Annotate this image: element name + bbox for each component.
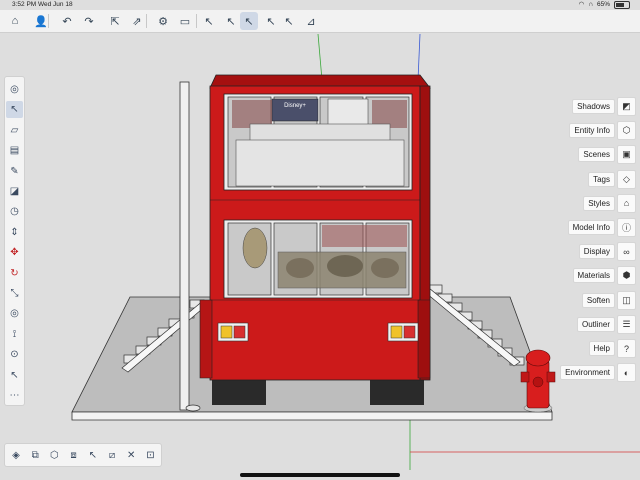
panel-soften[interactable]: Soften ◫ [581, 290, 636, 310]
materials-icon[interactable]: ⬢ [617, 266, 636, 286]
ground-slab-front [71, 411, 553, 421]
panel-styles[interactable]: Styles ⌂ [583, 193, 636, 213]
solid-icon[interactable]: ⬡ [45, 446, 63, 464]
bus-model[interactable]: Disney+ [199, 74, 431, 381]
panel-label[interactable]: Soften [581, 292, 615, 308]
panel-label[interactable]: Scenes [578, 147, 615, 163]
home-indicator[interactable] [240, 473, 400, 477]
light-pole [179, 81, 190, 411]
panel-label[interactable]: Display [578, 244, 615, 260]
panel-label[interactable]: Shadows [572, 99, 615, 114]
panel-scenes[interactable]: Scenes ▣ [578, 145, 636, 165]
panel-outliner[interactable]: Outliner ☰ [576, 314, 636, 334]
rectangle-icon[interactable]: ◪ [6, 183, 23, 200]
outliner-icon[interactable]: ☰ [617, 314, 636, 334]
blue-axis [417, 33, 421, 81]
pole-base [185, 404, 201, 412]
panel-tags[interactable]: Tags ◇ [588, 169, 636, 189]
text-tool-icon[interactable]: ⊙ [6, 346, 23, 363]
panel-label[interactable]: Environment [560, 365, 615, 381]
select-tool-icon[interactable]: ↖ [6, 101, 23, 119]
tags-icon[interactable]: ◇ [617, 169, 636, 189]
push-pull-icon[interactable]: ⇕ [6, 224, 23, 241]
styles-icon[interactable]: ⌂ [617, 193, 636, 213]
panel-help[interactable]: Help? [588, 339, 636, 358]
follow-me-icon[interactable]: ⧄ [103, 446, 121, 464]
move-icon[interactable]: ✥ [6, 244, 23, 261]
entity-info-icon[interactable]: ⬡ [617, 121, 636, 141]
panel-label[interactable]: Outliner [576, 316, 615, 332]
panel-label[interactable]: Model Info [567, 220, 615, 235]
soften-icon[interactable]: ◫ [617, 290, 636, 310]
pencil-icon[interactable]: ✎ [6, 163, 23, 180]
panel-label[interactable]: Help [588, 341, 615, 356]
pick-icon[interactable]: ↖ [84, 446, 102, 464]
display-icon[interactable]: ∞ [617, 242, 636, 262]
tape-measure-icon[interactable]: ⟟ [6, 326, 23, 343]
circle-icon[interactable]: ◷ [6, 203, 23, 220]
section-icon[interactable]: ⧈ [65, 446, 83, 464]
panel-entity-info[interactable]: Entity Info ⬡ [569, 121, 636, 141]
intersect-icon[interactable]: ✕ [122, 446, 140, 464]
offset-icon[interactable]: ◎ [6, 305, 23, 322]
panel-label[interactable]: Tags [588, 171, 615, 187]
scale-icon[interactable]: ⤡ [6, 285, 23, 302]
help-icon[interactable]: ? [617, 339, 636, 358]
panel-environment[interactable]: Environment ◐ [560, 363, 636, 383]
panel-shadows[interactable]: Shadows ◩ [572, 97, 636, 116]
paint-bucket-icon[interactable]: ▤ [6, 142, 23, 159]
orbit-icon[interactable]: ◎ [6, 81, 23, 98]
rotate-icon[interactable]: ↻ [6, 265, 23, 282]
panel-materials[interactable]: Materials ⬢ [572, 266, 636, 286]
model-info-icon[interactable]: ⓘ [617, 218, 636, 237]
panel-label[interactable]: Materials [572, 268, 615, 284]
tv-label: Disney+ [284, 103, 306, 109]
pointer-icon[interactable]: ↖ [6, 367, 23, 384]
edit-icon[interactable]: ⊡ [141, 446, 159, 464]
panel-display[interactable]: Display ∞ [578, 242, 636, 262]
eraser-icon[interactable]: ▱ [6, 122, 23, 139]
model-viewport[interactable]: Disney+ [0, 0, 640, 480]
scenes-icon[interactable]: ▣ [617, 145, 636, 165]
environment-icon[interactable]: ◐ [617, 363, 636, 383]
component-icon[interactable]: ◈ [7, 446, 25, 464]
bottom-toolbar: ◈ ⧉ ⬡ ⧈ ↖ ⧄ ✕ ⊡ [4, 443, 162, 467]
panel-label[interactable]: Styles [583, 195, 615, 211]
green-axis [317, 33, 323, 81]
group-icon[interactable]: ⧉ [26, 446, 44, 464]
shadows-icon[interactable]: ◩ [617, 97, 636, 116]
panel-label[interactable]: Entity Info [569, 123, 615, 139]
more-icon[interactable]: ⋯ [6, 387, 23, 404]
left-toolbar: ◎ ↖ ▱ ▤ ✎ ◪ ◷ ⇕ ✥ ↻ ⤡ ◎ ⟟ ⊙ ↖ ⋯ [4, 76, 25, 406]
panel-model-info[interactable]: Model Info ⓘ [567, 218, 636, 237]
